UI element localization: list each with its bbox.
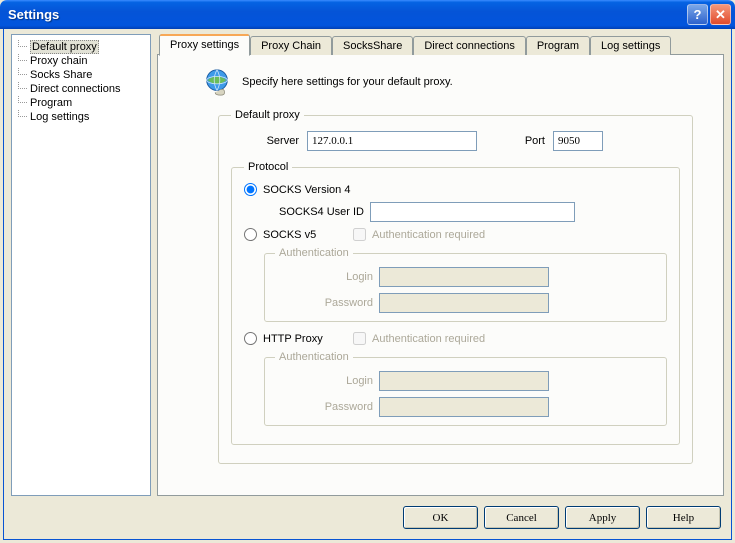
nav-tree: Default proxy Proxy chain Socks Share Di… [11,34,151,496]
socks5-auth-checkbox [353,228,366,241]
socks5-password-label: Password [275,297,373,309]
help-icon[interactable]: ? [687,4,708,25]
cancel-button[interactable]: Cancel [484,506,559,529]
port-input[interactable] [553,131,603,151]
tab-socksshare[interactable]: SocksShare [332,36,413,55]
socks5-auth-label: Authentication required [372,229,485,241]
intro-text: Specify here settings for your default p… [242,76,453,88]
tab-bar: Proxy settings Proxy Chain SocksShare Di… [159,34,724,55]
http-auth-checkbox [353,332,366,345]
http-password-input [379,397,549,417]
group-protocol: Protocol SOCKS Version 4 SOCKS4 User ID [231,161,680,445]
tab-panel: Specify here settings for your default p… [157,54,724,496]
tab-proxy-settings[interactable]: Proxy settings [159,34,250,56]
tab-program[interactable]: Program [526,36,590,55]
tab-direct-connections[interactable]: Direct connections [413,36,526,55]
help-button[interactable]: Help [646,506,721,529]
socks5-login-input [379,267,549,287]
title-bar: Settings ? ✕ [0,0,735,29]
socks5-login-label: Login [275,271,373,283]
server-input[interactable] [307,131,477,151]
tab-proxy-chain[interactable]: Proxy Chain [250,36,332,55]
socks5-password-input [379,293,549,313]
radio-socks5[interactable] [244,228,257,241]
tree-item-default-proxy[interactable]: Default proxy [16,40,146,54]
close-icon[interactable]: ✕ [710,4,731,25]
ok-button[interactable]: OK [403,506,478,529]
radio-socks4[interactable] [244,183,257,196]
socks5-label: SOCKS v5 [263,229,353,241]
apply-button[interactable]: Apply [565,506,640,529]
tree-item-socks-share[interactable]: Socks Share [16,68,146,82]
globe-icon [202,67,232,97]
http-label: HTTP Proxy [263,333,353,345]
radio-http[interactable] [244,332,257,345]
group-default-proxy: Default proxy Server Port Protocol SOCKS… [218,109,693,464]
tree-item-program[interactable]: Program [16,96,146,110]
http-login-label: Login [275,375,373,387]
http-password-label: Password [275,401,373,413]
socks4-label: SOCKS Version 4 [263,184,350,196]
group-socks5-auth: Authentication Login Password [264,247,667,322]
window-title: Settings [8,7,687,22]
http-auth-label: Authentication required [372,333,485,345]
tree-item-direct-connections[interactable]: Direct connections [16,82,146,96]
socks4-userid-label: SOCKS4 User ID [264,206,364,218]
socks4-userid-input[interactable] [370,202,575,222]
tab-log-settings[interactable]: Log settings [590,36,671,55]
tree-item-proxy-chain[interactable]: Proxy chain [16,54,146,68]
group-http-auth: Authentication Login Password [264,351,667,426]
dialog-buttons: OK Cancel Apply Help [4,496,731,539]
server-label: Server [251,135,299,147]
tree-item-log-settings[interactable]: Log settings [16,110,146,124]
http-login-input [379,371,549,391]
port-label: Port [485,135,545,147]
